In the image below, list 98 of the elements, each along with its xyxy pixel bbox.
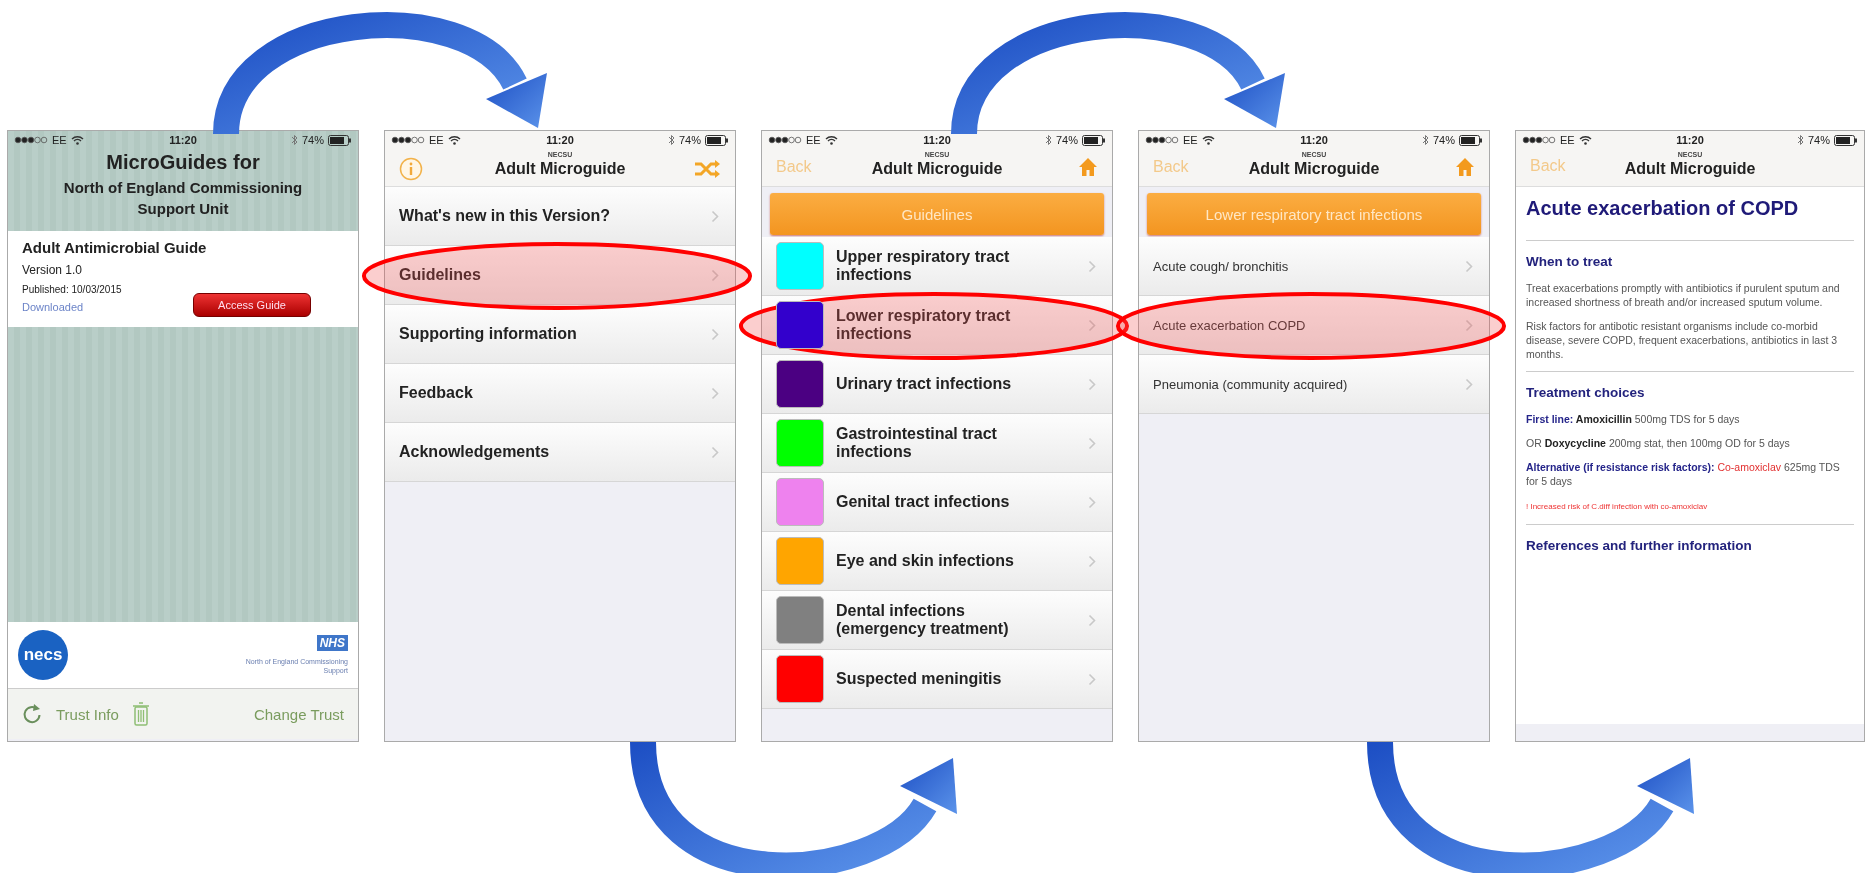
battery-level: 74% — [678, 134, 701, 146]
guide-version: Version 1.0 — [22, 263, 83, 277]
paragraph: Risk factors for antibotic resistant organisms include co-morbid disease, severe COPD, frequent exacerbations, antibiotics in last 3 months. — [1526, 319, 1839, 361]
chevron-icon — [1465, 377, 1473, 391]
section-heading: Treatment choices — [1526, 385, 1646, 400]
nav-title: Adult Microguide — [1624, 160, 1756, 177]
carrier-name: EE — [52, 134, 67, 146]
chevron-icon — [1465, 318, 1473, 332]
shuffle-icon[interactable] — [693, 159, 721, 179]
wifi-icon — [1578, 135, 1592, 145]
battery-level: 74% — [1055, 134, 1078, 146]
list-item[interactable]: What's new in this Version? — [385, 187, 735, 246]
chevron-icon — [1088, 259, 1096, 273]
nav-title: Adult Microguide — [871, 160, 1003, 177]
chevron-icon — [711, 386, 719, 400]
list-item[interactable]: Acknowledgements — [385, 423, 735, 482]
signal-icon — [391, 136, 425, 144]
refresh-icon[interactable] — [22, 703, 42, 725]
signal-icon — [1522, 136, 1556, 144]
wifi-icon — [824, 135, 838, 145]
list-item[interactable]: Suspected meningitis — [762, 650, 1112, 709]
list-item[interactable]: Urinary tract infections — [762, 355, 1112, 414]
list-item[interactable]: Lower respiratory tract infections — [762, 296, 1112, 355]
chevron-icon — [711, 327, 719, 341]
paragraph: Alternative (if resistance risk factors): Co-amoxiclav 625mg TDS for 5 days — [1526, 460, 1841, 488]
chevron-icon — [711, 268, 719, 282]
list-item[interactable]: Supporting information — [385, 305, 735, 364]
battery-level: 74% — [1432, 134, 1455, 146]
list-item[interactable]: Gastrointestinal tract infections — [762, 414, 1112, 473]
paragraph: ! Increased risk of C.diff infection with co-amoxiclav — [1526, 501, 1709, 513]
home-icon[interactable] — [1078, 157, 1098, 177]
status-time: 11:20 — [546, 134, 574, 146]
chevron-icon — [1465, 259, 1473, 273]
necs-logo: necs — [18, 630, 68, 680]
wifi-icon — [447, 135, 461, 145]
status-time: 11:20 — [169, 134, 197, 146]
chevron-icon — [1088, 495, 1096, 509]
chevron-icon — [711, 445, 719, 459]
list-item[interactable]: Guidelines — [385, 246, 735, 305]
section-heading: When to treat — [1526, 254, 1614, 269]
bluetooth-icon — [1796, 134, 1804, 146]
battery-icon — [1082, 134, 1106, 146]
list-item[interactable]: Upper respiratory tract infections — [762, 237, 1112, 296]
paragraph: Treat exacerbations promptly with antibiotics if purulent sputum and increased shortness of breath and/or increased sputum volume. — [1526, 281, 1841, 309]
trash-icon[interactable] — [132, 702, 149, 726]
battery-icon — [328, 134, 352, 146]
app-title: MicroGuides for — [106, 151, 260, 173]
download-status: Downloaded — [22, 301, 84, 313]
publish-date: Published: 10/03/2015 — [22, 284, 122, 295]
chevron-icon — [1088, 554, 1096, 568]
wifi-icon — [70, 135, 84, 145]
bluetooth-icon — [667, 134, 675, 146]
list-item[interactable]: Feedback — [385, 364, 735, 423]
carrier-name: EE — [1560, 134, 1575, 146]
bluetooth-icon — [1421, 134, 1429, 146]
nav-title: Adult Microguide — [494, 160, 626, 177]
bluetooth-icon — [1044, 134, 1052, 146]
list-item[interactable]: Pneumonia (community acquired) — [1139, 355, 1489, 414]
section-heading: References and further information — [1526, 538, 1753, 553]
list-item[interactable]: Genital tract infections — [762, 473, 1112, 532]
chevron-icon — [1088, 672, 1096, 686]
wifi-icon — [1201, 135, 1215, 145]
chevron-icon — [1088, 377, 1096, 391]
carrier-name: EE — [1183, 134, 1198, 146]
battery-level: 74% — [301, 134, 324, 146]
battery-icon — [1459, 134, 1483, 146]
list-item[interactable]: Acute cough/ bronchitis — [1139, 237, 1489, 296]
battery-icon — [705, 134, 729, 146]
signal-icon — [1145, 136, 1179, 144]
carrier-name: EE — [806, 134, 821, 146]
paragraph: First line: Amoxicillin 500mg TDS for 5 days — [1526, 412, 1741, 426]
status-time: 11:20 — [1676, 134, 1704, 146]
app-subtitle: North of England Commissioning Support Unit — [63, 179, 303, 217]
signal-icon — [14, 136, 48, 144]
bluetooth-icon — [290, 134, 298, 146]
status-time: 11:20 — [1300, 134, 1328, 146]
list-item[interactable]: Eye and skin infections — [762, 532, 1112, 591]
nav-title: Adult Microguide — [1248, 160, 1380, 177]
carrier-name: EE — [429, 134, 444, 146]
list-item[interactable]: Dental infections (emergency treatment) — [762, 591, 1112, 650]
info-icon[interactable] — [399, 157, 423, 181]
access-guide-button[interactable]: Access Guide — [193, 293, 311, 317]
battery-level: 74% — [1807, 134, 1830, 146]
status-time: 11:20 — [923, 134, 951, 146]
chevron-icon — [1088, 613, 1096, 627]
article-title: Acute exacerbation of COPD — [1526, 197, 1800, 220]
section-header: Guidelines — [770, 193, 1104, 235]
chevron-icon — [711, 209, 719, 223]
home-icon[interactable] — [1455, 157, 1475, 177]
list-item[interactable]: Acute exacerbation COPD — [1139, 296, 1489, 355]
battery-icon — [1834, 134, 1858, 146]
chevron-icon — [1088, 318, 1096, 332]
section-header: Lower respiratory tract infections — [1147, 193, 1481, 235]
nhs-logo: NHS — [316, 635, 348, 651]
chevron-icon — [1088, 436, 1096, 450]
signal-icon — [768, 136, 802, 144]
guide-name: Adult Antimicrobial Guide — [22, 239, 207, 256]
paragraph: OR Doxycycline 200mg stat, then 100mg OD for 5 days — [1526, 436, 1791, 450]
